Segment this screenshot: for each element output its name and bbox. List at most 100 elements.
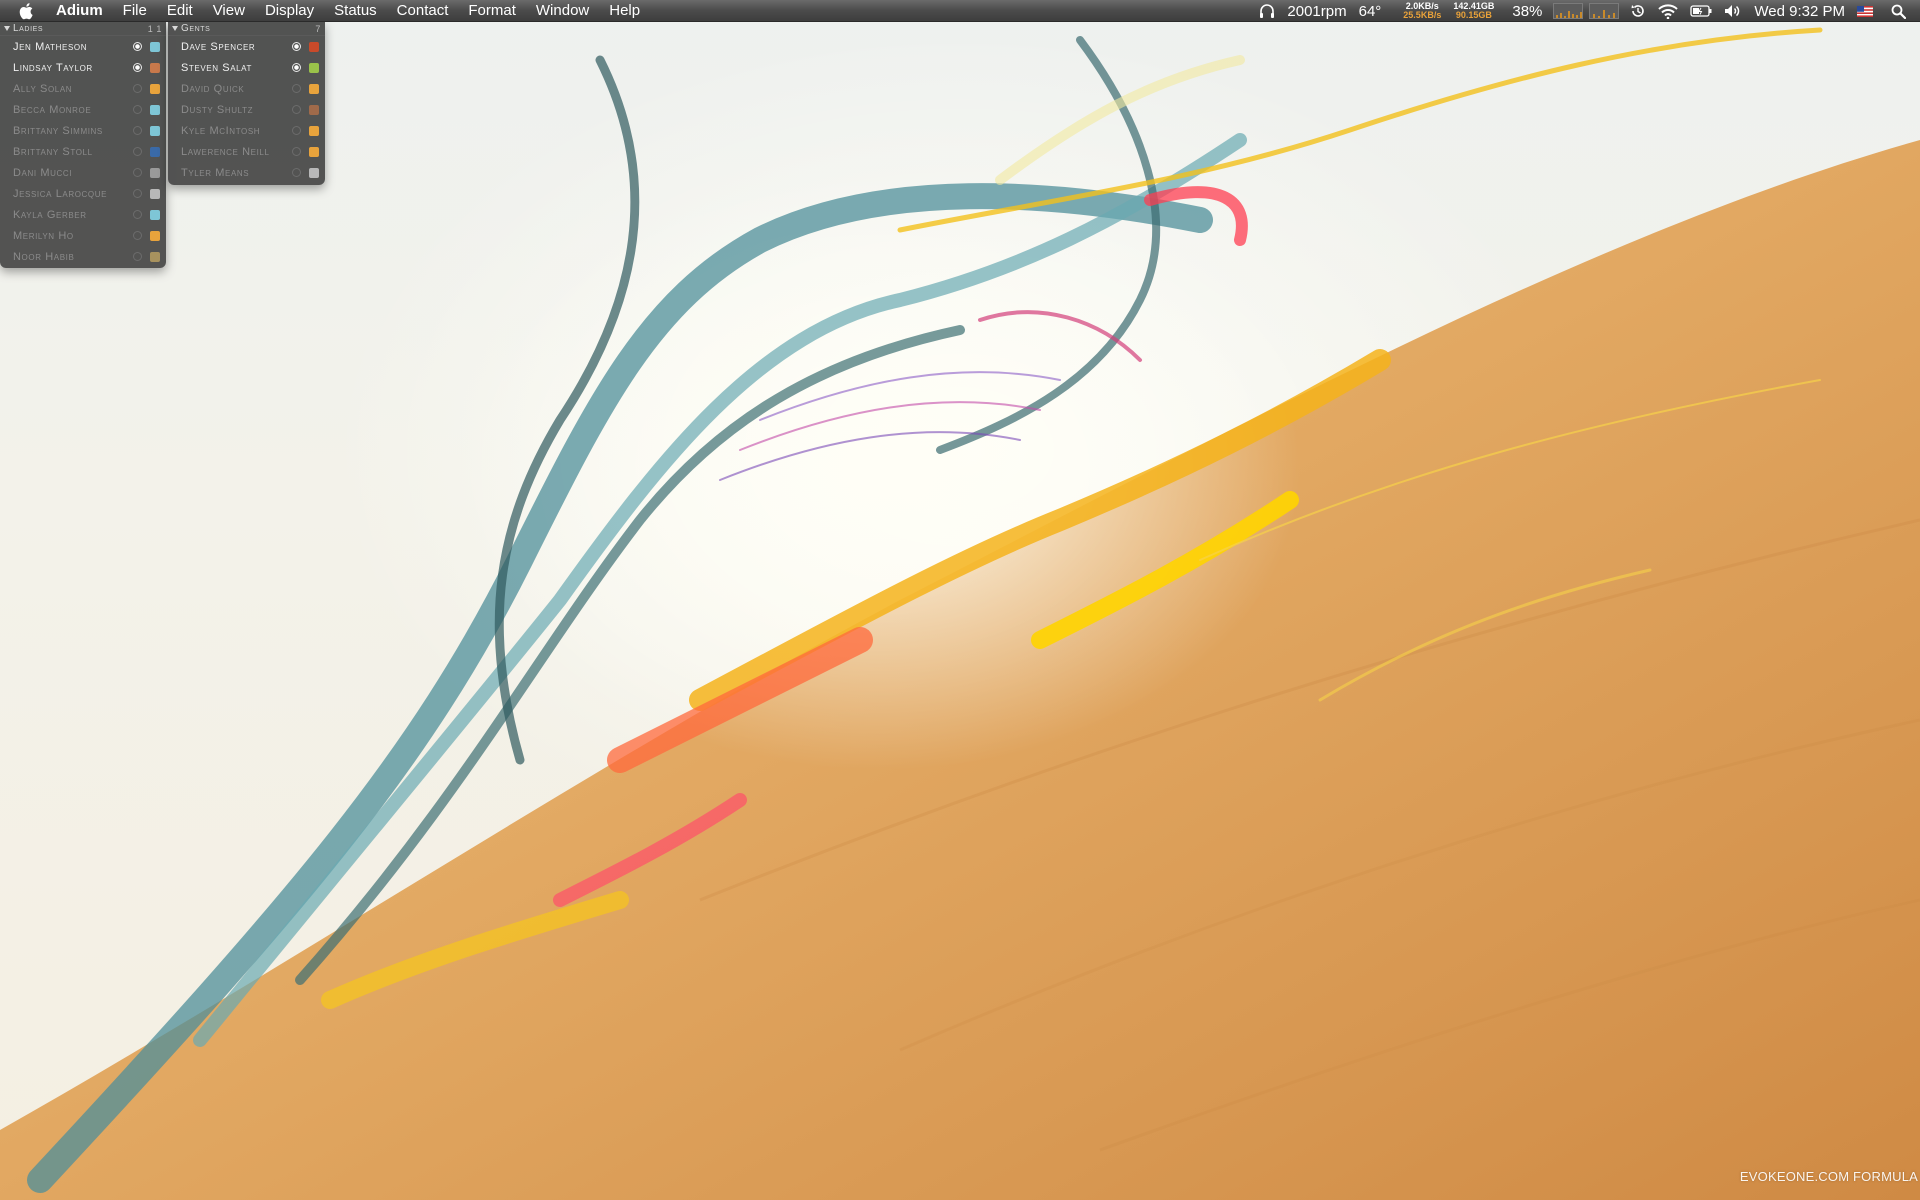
menu-extras: 2001rpm 64° 2.0KB/s 25.5KB/s 142.41GB 90… — [1253, 0, 1920, 22]
contact-name: Tyler Means — [181, 166, 250, 179]
gents-contact-rows: Dave Spencer Steven Salat David Quick Dusty… — [168, 36, 325, 183]
wifi-icon[interactable] — [1652, 0, 1684, 22]
buddy-icon — [150, 83, 160, 94]
status-online-icon — [292, 42, 301, 51]
spotlight-search-icon[interactable] — [1879, 0, 1920, 22]
contact-row[interactable]: Becca Monroe — [0, 99, 166, 120]
contact-row[interactable]: Jessica Larocque — [0, 183, 166, 204]
status-offline-icon — [292, 84, 301, 93]
volume-icon[interactable] — [1718, 0, 1748, 22]
contact-name: Steven Salat — [181, 61, 253, 74]
contact-row[interactable]: Dani Mucci — [0, 162, 166, 183]
contact-name: Lawerence Neill — [181, 145, 270, 158]
contact-row[interactable]: Tyler Means — [168, 162, 325, 183]
contact-row[interactable]: Jen Matheson — [0, 36, 166, 57]
contact-list-gents: Gents 7 Dave Spencer Steven Salat David Qu… — [168, 22, 325, 185]
buddy-icon — [150, 125, 160, 136]
menu-file[interactable]: File — [113, 0, 157, 22]
contact-row[interactable]: Dusty Shultz — [168, 99, 325, 120]
menu-window[interactable]: Window — [526, 0, 599, 22]
cpu-graph[interactable] — [1548, 0, 1624, 22]
contact-row[interactable]: Brittany Stoll — [0, 141, 166, 162]
buddy-icon — [150, 209, 160, 220]
menu-status[interactable]: Status — [324, 0, 387, 22]
contact-row[interactable]: Brittany Simmins — [0, 120, 166, 141]
apple-icon[interactable] — [16, 0, 38, 22]
buddy-icon — [309, 146, 319, 157]
group-header-ladies[interactable]: Ladies 1 1 — [0, 22, 166, 36]
ladies-contact-rows: Jen Matheson Lindsay Taylor Ally Solan Becc… — [0, 36, 166, 267]
status-offline-icon — [133, 210, 142, 219]
menu-clock[interactable]: Wed 9:32 PM — [1748, 0, 1851, 22]
contact-row[interactable]: Kayla Gerber — [0, 204, 166, 225]
cpu-graph-chart — [1553, 3, 1584, 19]
menu-bar: Adium File Edit View Display Status Cont… — [0, 0, 1920, 22]
buddy-icon — [150, 167, 160, 178]
contact-row[interactable]: David Quick — [168, 78, 325, 99]
contact-row[interactable]: Ally Solan — [0, 78, 166, 99]
menu-help[interactable]: Help — [599, 0, 650, 22]
buddy-icon — [150, 62, 160, 73]
menu-app-name[interactable]: Adium — [50, 0, 113, 22]
contact-row[interactable]: Noor Habib — [0, 246, 166, 267]
menu-view[interactable]: View — [203, 0, 255, 22]
group-header-gents[interactable]: Gents 7 — [168, 22, 325, 36]
wallpaper-credit: EVOKEONE.COM FORMULA — [1739, 1169, 1918, 1184]
buddy-icon — [309, 83, 319, 94]
disclosure-triangle-icon[interactable] — [172, 26, 178, 31]
contact-name: Ally Solan — [13, 82, 73, 95]
cpu-temperature[interactable]: 64° — [1353, 0, 1388, 22]
buddy-icon — [150, 230, 160, 241]
contact-row[interactable]: Lindsay Taylor — [0, 57, 166, 78]
us-flag-icon[interactable] — [1851, 0, 1879, 22]
headphones-icon[interactable] — [1253, 0, 1281, 22]
contact-row[interactable]: Lawerence Neill — [168, 141, 325, 162]
buddy-icon — [309, 62, 319, 73]
contact-list-ladies: Ladies 1 1 Jen Matheson Lindsay Taylor All… — [0, 22, 166, 268]
fan-speed[interactable]: 2001rpm — [1281, 0, 1352, 22]
battery-icon[interactable] — [1684, 0, 1718, 22]
menu-contact[interactable]: Contact — [387, 0, 459, 22]
status-offline-icon — [133, 105, 142, 114]
menu-edit[interactable]: Edit — [157, 0, 203, 22]
status-offline-icon — [133, 84, 142, 93]
buddy-icon — [150, 104, 160, 115]
status-offline-icon — [133, 147, 142, 156]
contact-row[interactable]: Steven Salat — [168, 57, 325, 78]
memory-graph-chart — [1589, 3, 1620, 19]
menu-format[interactable]: Format — [458, 0, 526, 22]
contact-row[interactable]: Merilyn Ho — [0, 225, 166, 246]
group-name-gents: Gents — [181, 23, 211, 34]
contact-name: Dusty Shultz — [181, 103, 254, 116]
contact-name: Becca Monroe — [13, 103, 92, 116]
buddy-icon — [309, 125, 319, 136]
contact-name: Kyle McIntosh — [181, 124, 261, 137]
contact-name: David Quick — [181, 82, 245, 95]
status-offline-icon — [133, 231, 142, 240]
menu-display[interactable]: Display — [255, 0, 324, 22]
network-meter[interactable]: 2.0KB/s 25.5KB/s — [1397, 0, 1447, 22]
buddy-icon — [150, 41, 160, 52]
network-down-rate: 25.5KB/s — [1403, 10, 1442, 20]
disk-free: 90.15GB — [1455, 10, 1492, 20]
status-offline-icon — [133, 189, 142, 198]
status-offline-icon — [133, 126, 142, 135]
contact-name: Dani Mucci — [13, 166, 73, 179]
group-count-gents: 7 — [315, 23, 321, 34]
status-offline-icon — [133, 168, 142, 177]
status-offline-icon — [133, 252, 142, 261]
contact-name: Dave Spencer — [181, 40, 256, 53]
contact-name: Jen Matheson — [13, 40, 88, 53]
time-machine-icon[interactable] — [1624, 0, 1652, 22]
contact-row[interactable]: Dave Spencer — [168, 36, 325, 57]
status-online-icon — [133, 63, 142, 72]
buddy-icon — [309, 167, 319, 178]
buddy-icon — [309, 104, 319, 115]
disclosure-triangle-icon[interactable] — [4, 26, 10, 31]
buddy-icon — [150, 146, 160, 157]
buddy-icon — [309, 41, 319, 52]
disk-meter[interactable]: 142.41GB 90.15GB — [1447, 0, 1500, 22]
battery-percent[interactable]: 38% — [1506, 0, 1548, 22]
status-offline-icon — [292, 126, 301, 135]
contact-row[interactable]: Kyle McIntosh — [168, 120, 325, 141]
